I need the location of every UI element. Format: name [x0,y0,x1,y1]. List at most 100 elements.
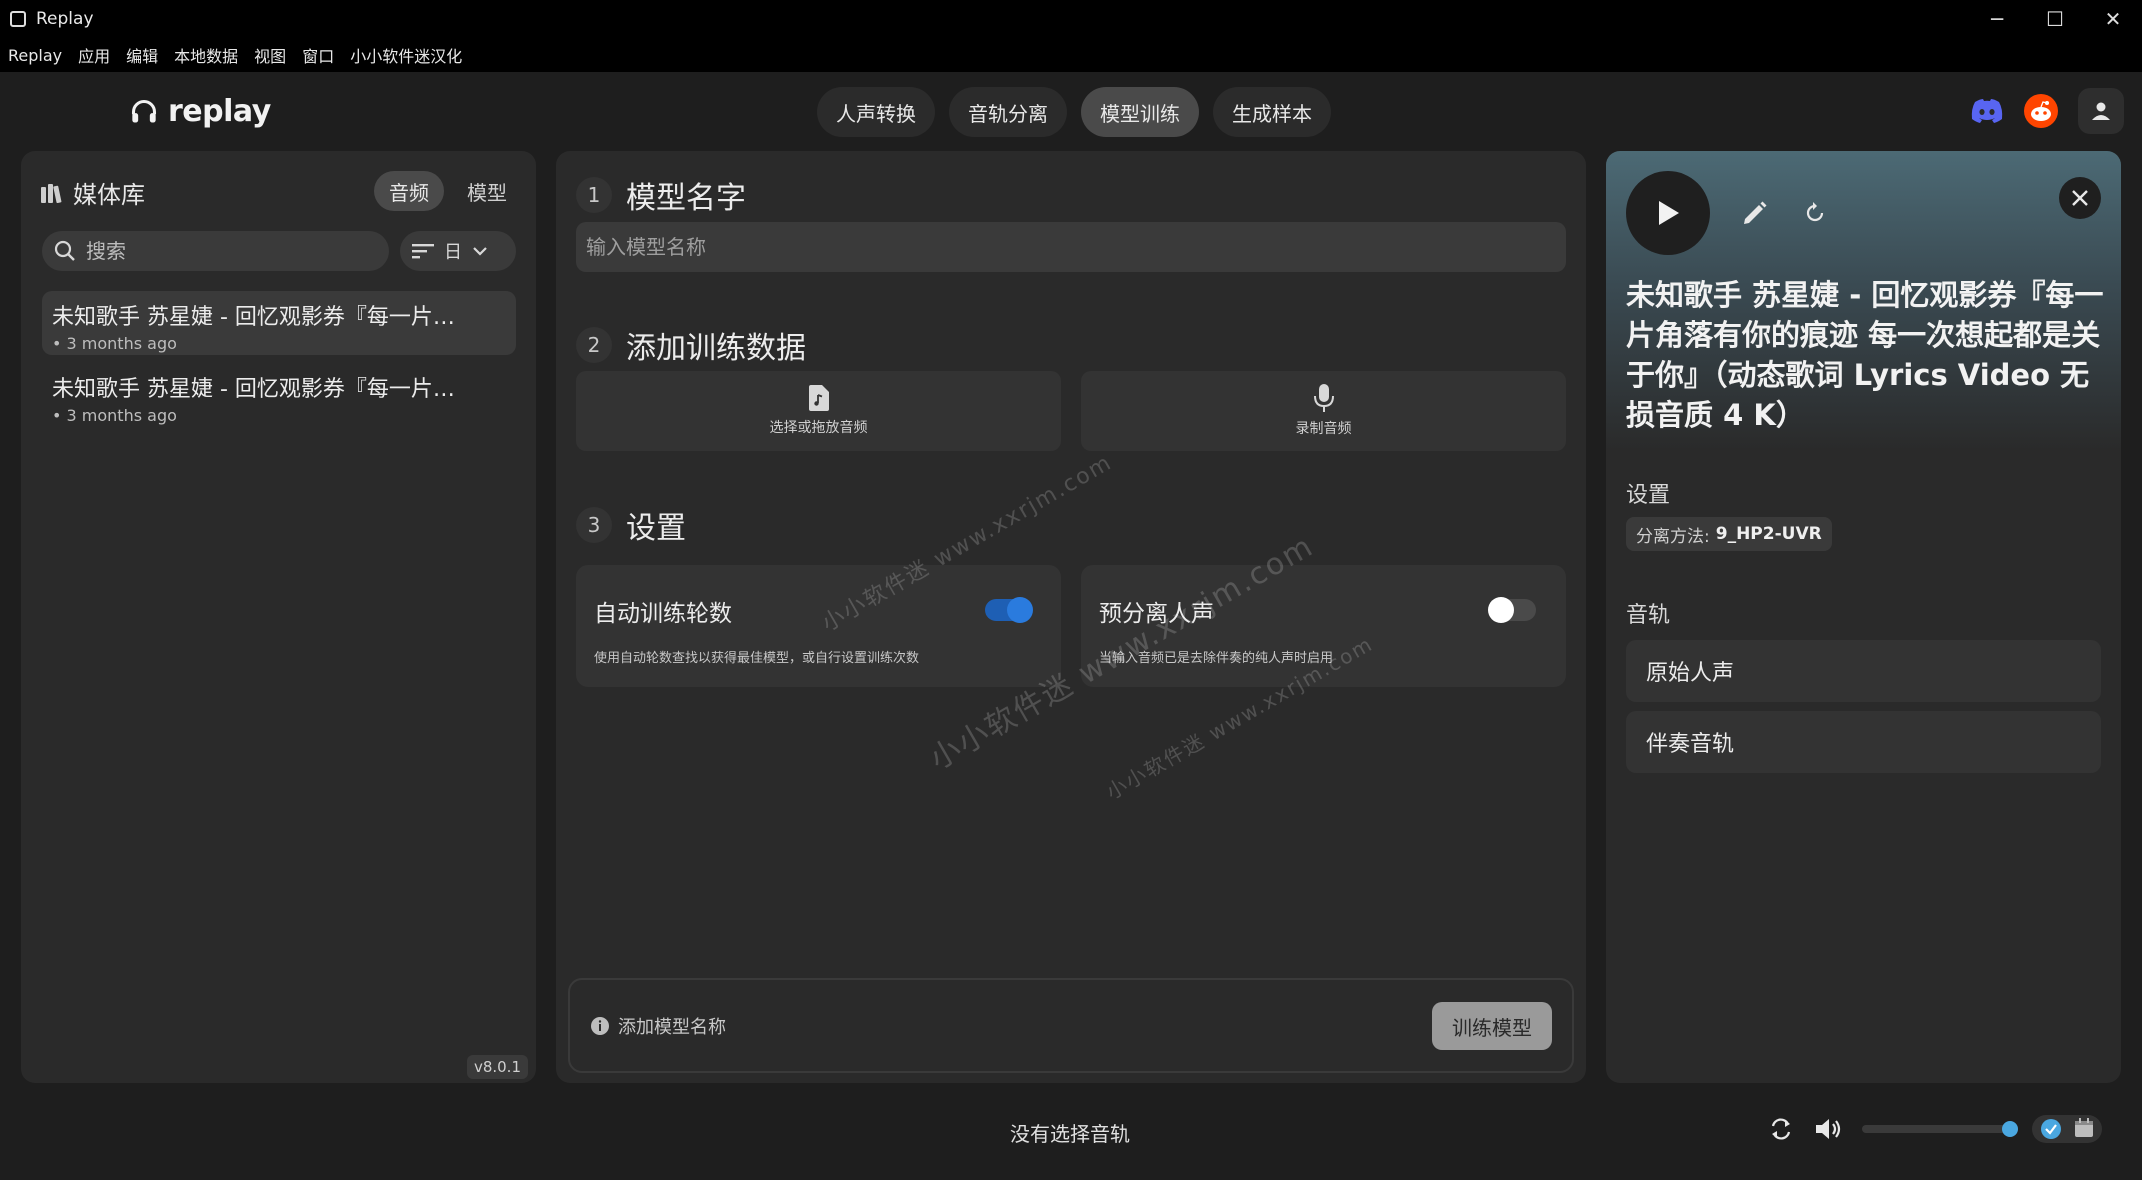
select-audio-label: 选择或拖放音频 [769,420,868,436]
library-header: 媒体库 [41,175,145,210]
version-badge: v8.0.1 [466,1055,528,1079]
maximize-button[interactable]: ☐ [2026,0,2084,38]
reprocess-button[interactable] [1800,198,1830,228]
app-icon [10,11,26,27]
player-status: 没有选择音轨 [1010,1122,1130,1146]
training-action-bar: 添加模型名称 训练模型 [568,978,1574,1073]
player-controls [1768,1115,2102,1143]
record-audio-label: 录制音频 [1295,421,1352,437]
reddit-icon[interactable] [2024,94,2058,128]
auto-epochs-card: 自动训练轮数 使用自动轮数查找以获得最佳模型，或自行设置训练次数 [576,565,1061,687]
training-hint: 添加模型名称 [590,1013,726,1039]
headphones-icon [131,99,157,122]
toggle-knob [1007,597,1033,623]
sort-icon [412,244,434,259]
menu-item-edit[interactable]: 编辑 [118,43,166,67]
library-icon [41,183,62,203]
volume-icon[interactable] [1814,1116,1842,1142]
track-date: • 3 months ago [52,406,177,425]
volume-slider[interactable] [1862,1121,2018,1137]
training-hint-text: 添加模型名称 [618,1017,726,1038]
tab-model-training[interactable]: 模型训练 [1081,87,1199,137]
sort-label: 日 [444,242,462,263]
method-value: 9_HP2-UVR [1715,524,1822,544]
preseparate-vocals-toggle[interactable] [1488,597,1536,623]
menu-item-app[interactable]: 应用 [70,43,118,67]
menu-item-localization[interactable]: 小小软件迷汉化 [342,43,470,67]
window-title: Replay [36,9,94,29]
auto-epochs-desc: 使用自动轮数查找以获得最佳模型，或自行设置训练次数 [594,651,920,666]
tab-audio[interactable]: 音频 [374,171,444,211]
tab-stem-separation[interactable]: 音轨分离 [949,87,1067,137]
step-settings: 3 设置 [576,503,686,547]
stem-original-vocals[interactable]: 原始人声 [1626,640,2101,702]
track-title: 未知歌手 苏星婕 - 回忆观影券『每一片角落有你的痕迹 每一次想起都是关于你』 [52,377,472,402]
track-item[interactable]: 未知歌手 苏星婕 - 回忆观影券『每一片角落有你的痕迹 每一次想起都是关于你』 … [42,291,516,355]
info-icon [591,1017,609,1035]
edit-button[interactable] [1740,198,1770,228]
track-title: 未知歌手 苏星婕 - 回忆观影券『每一片角落有你的痕迹 每一次想起都是关于你』 [52,305,472,330]
refresh-icon [1806,202,1824,222]
chevron-down-icon [473,247,487,256]
media-library-panel: 媒体库 音频 模型 日 未知歌手 苏星婕 - 回忆观影券『每一片角落有你的痕迹 … [21,151,536,1083]
search-icon [54,240,75,261]
pencil-icon [1744,201,1767,224]
tab-models[interactable]: 模型 [452,171,522,211]
menu-item-window[interactable]: 窗口 [294,43,342,67]
calendar-icon[interactable] [2074,1118,2094,1138]
track-detail-panel: 未知歌手 苏星婕 - 回忆观影券『每一片角落有你的痕迹 每一次想起都是关于你』（… [1606,151,2121,1083]
training-panel: 1 模型名字 2 添加训练数据 选择或拖放音频 录制音频 3 设置 自动训练轮数… [556,151,1586,1083]
play-icon [1659,201,1679,225]
auto-epochs-toggle[interactable] [985,597,1033,623]
loop-icon[interactable] [1768,1116,1794,1142]
logo-text: replay [168,94,271,129]
step-title: 设置 [626,511,686,546]
microphone-icon [1313,384,1334,412]
track-list: 未知歌手 苏星婕 - 回忆观影券『每一片角落有你的痕迹 每一次想起都是关于你』 … [42,291,516,435]
search-input[interactable] [86,239,366,263]
select-audio-button[interactable]: 选择或拖放音频 [576,371,1061,451]
method-label: 分离方法: [1636,526,1710,547]
library-title: 媒体库 [73,181,145,209]
play-button[interactable] [1626,171,1710,255]
step-title: 添加训练数据 [626,331,806,366]
view-toggle [2032,1115,2102,1143]
menu-item-view[interactable]: 视图 [246,43,294,67]
discord-icon[interactable] [1970,94,2004,128]
record-audio-button[interactable]: 录制音频 [1081,371,1566,451]
model-name-input[interactable] [576,222,1566,272]
library-tabs: 音频 模型 [374,171,522,211]
audio-file-icon [808,385,829,411]
main-nav: 人声转换 音轨分离 模型训练 生成样本 [817,87,1331,137]
step-title: 模型名字 [626,181,746,216]
tab-voice-conversion[interactable]: 人声转换 [817,87,935,137]
window-controls: ─ ☐ ✕ [1968,0,2142,38]
step-number: 1 [576,177,612,213]
sort-dropdown[interactable]: 日 [400,231,516,271]
separation-method-chip: 分离方法: 9_HP2-UVR [1626,517,1832,551]
volume-slider-handle[interactable] [2002,1121,2018,1137]
library-search [42,231,389,271]
close-detail-button[interactable] [2059,177,2101,219]
track-detail-title: 未知歌手 苏星婕 - 回忆观影券『每一片角落有你的痕迹 每一次想起都是关于你』（… [1626,278,2104,432]
track-date: • 3 months ago [52,334,177,353]
minimize-button[interactable]: ─ [1968,0,2026,38]
close-window-button[interactable]: ✕ [2084,0,2142,38]
settings-heading: 设置 [1626,483,1671,508]
tab-generate-samples[interactable]: 生成样本 [1213,87,1331,137]
menu-item-local-data[interactable]: 本地数据 [166,43,246,67]
toggle-knob [1488,597,1514,623]
step-number: 3 [576,507,612,543]
header-actions [1970,88,2124,134]
check-circle-icon[interactable] [2040,1118,2062,1140]
stems-heading: 音轨 [1626,603,1671,628]
close-icon [2072,190,2088,206]
step-number: 2 [576,327,612,363]
menu-item-replay[interactable]: Replay [0,46,70,65]
account-icon[interactable] [2078,88,2124,134]
app-logo: replay [130,94,271,129]
train-model-button[interactable]: 训练模型 [1432,1002,1552,1050]
title-bar: Replay ─ ☐ ✕ [0,0,2142,38]
track-item[interactable]: 未知歌手 苏星婕 - 回忆观影券『每一片角落有你的痕迹 每一次想起都是关于你』 … [42,363,516,427]
stem-instrumental[interactable]: 伴奏音轨 [1626,711,2101,773]
